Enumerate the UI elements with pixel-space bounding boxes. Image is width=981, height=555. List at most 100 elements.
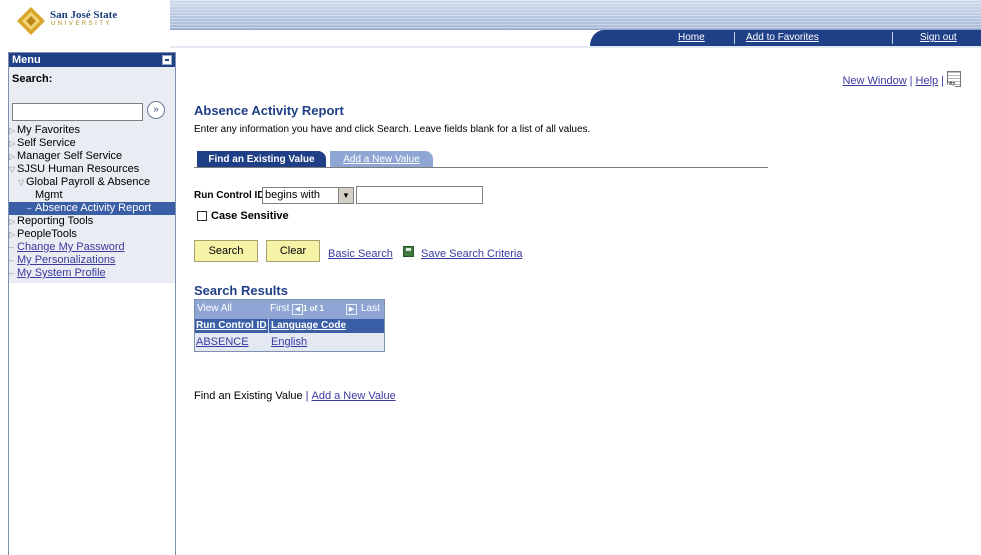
tab-add-new-value[interactable]: Add a New Value bbox=[330, 151, 433, 168]
add-new-value-link[interactable]: Add a New Value bbox=[312, 390, 396, 402]
sidebar-item-label: Self Service bbox=[17, 137, 76, 149]
divider: | bbox=[305, 390, 309, 402]
save-icon[interactable] bbox=[403, 246, 414, 257]
menu-search-label: Search: bbox=[12, 73, 53, 85]
sidebar-item-label: Reporting Tools bbox=[17, 215, 94, 227]
sjsu-logo-icon bbox=[17, 7, 45, 35]
clear-button[interactable]: Clear bbox=[266, 240, 320, 262]
collapsed-triangle-icon: ▷ bbox=[9, 230, 16, 239]
tab-divider bbox=[194, 167, 768, 168]
nav-divider bbox=[892, 32, 893, 44]
find-existing-value-text: Find an Existing Value bbox=[194, 390, 303, 402]
column-header-language-code[interactable]: Language Code bbox=[271, 320, 346, 331]
collapsed-triangle-icon: ▷ bbox=[9, 217, 16, 226]
nav-divider bbox=[734, 32, 735, 44]
page-links: New Window | Help | http bbox=[842, 71, 961, 87]
sidebar-item-label[interactable]: My Personalizations bbox=[17, 254, 115, 266]
sidebar-item[interactable]: – My System Profile bbox=[9, 267, 175, 280]
home-link[interactable]: Home bbox=[678, 32, 705, 43]
collapse-menu-icon[interactable] bbox=[162, 55, 172, 65]
divider: | bbox=[941, 75, 944, 87]
logo-name: San José State bbox=[50, 9, 118, 21]
view-all-link[interactable]: View All bbox=[197, 303, 232, 314]
sidebar-item-label: Manager Self Service bbox=[17, 150, 123, 162]
http-icon[interactable]: http bbox=[947, 71, 961, 87]
previous-page-icon[interactable]: ◀ bbox=[292, 304, 303, 315]
bottom-links: Find an Existing Value | Add a New Value bbox=[194, 390, 396, 402]
next-page-icon[interactable]: ▶ bbox=[346, 304, 357, 315]
tab-find-existing-value[interactable]: Find an Existing Value bbox=[197, 151, 326, 168]
sign-out-link[interactable]: Sign out bbox=[920, 32, 957, 43]
dash-icon: – bbox=[9, 269, 14, 278]
sidebar-item[interactable]: Mgmt bbox=[9, 189, 175, 202]
menu-panel: Search: » ▷ My Favorites ▷ Self Service ▷ Man… bbox=[9, 67, 175, 283]
sidebar-item-label[interactable]: Change My Password bbox=[17, 241, 125, 253]
sidebar-item-label: PeopleTools bbox=[17, 228, 77, 240]
dash-icon: – bbox=[9, 256, 14, 265]
grid-navigation-bar: View All First ◀ 1 of 1 ▶ Last bbox=[195, 300, 384, 319]
sjsu-logo[interactable]: San José State UNIVERSITY bbox=[0, 0, 170, 46]
search-results-grid: View All First ◀ 1 of 1 ▶ Last Run Contr… bbox=[194, 299, 385, 352]
menu-header: Menu bbox=[9, 53, 175, 67]
case-sensitive-label: Case Sensitive bbox=[211, 210, 289, 222]
page-instructions: Enter any information you have and click… bbox=[194, 124, 591, 135]
page-count: 1 of 1 bbox=[303, 304, 324, 313]
table-row[interactable]: ABSENCE English bbox=[195, 333, 384, 351]
divider: | bbox=[909, 75, 913, 87]
universal-nav: Home Add to Favorites Sign out bbox=[590, 30, 981, 46]
grid-column-headers: Run Control ID Language Code bbox=[195, 319, 384, 333]
sidebar-item[interactable]: – Absence Activity Report bbox=[9, 202, 175, 215]
run-control-id-label: Run Control ID: bbox=[194, 190, 268, 201]
collapsed-triangle-icon: ▷ bbox=[9, 126, 16, 135]
column-header-run-control-id[interactable]: Run Control ID bbox=[196, 320, 267, 331]
expanded-triangle-icon: ▽ bbox=[9, 165, 16, 174]
header-shadow bbox=[170, 46, 981, 48]
search-results-title: Search Results bbox=[194, 283, 288, 298]
collapsed-triangle-icon: ▷ bbox=[9, 152, 16, 161]
sidebar-item-label: SJSU Human Resources bbox=[17, 163, 140, 175]
expanded-triangle-icon: ▽ bbox=[18, 178, 25, 187]
page-title: Absence Activity Report bbox=[194, 103, 344, 118]
save-search-criteria-link[interactable]: Save Search Criteria bbox=[421, 248, 523, 260]
run-control-id-input[interactable] bbox=[356, 186, 483, 204]
column-divider bbox=[268, 319, 269, 333]
case-sensitive-checkbox[interactable] bbox=[197, 211, 207, 221]
add-to-favorites-link[interactable]: Add to Favorites bbox=[746, 32, 819, 43]
menu-title: Menu bbox=[12, 54, 41, 66]
help-link[interactable]: Help bbox=[916, 75, 939, 87]
menu-sidebar: Menu Search: » ▷ My Favorites ▷ Self Servic… bbox=[8, 52, 176, 555]
sidebar-item[interactable]: ▷ Reporting Tools bbox=[9, 215, 175, 228]
operator-value: begins with bbox=[265, 189, 321, 201]
logo-subtitle: UNIVERSITY bbox=[51, 21, 113, 27]
operator-select[interactable]: begins with ▼ bbox=[262, 187, 354, 204]
chevron-down-icon[interactable]: ▼ bbox=[338, 188, 353, 203]
sidebar-item-label: Mgmt bbox=[35, 189, 63, 201]
sidebar-item[interactable]: ▷ Self Service bbox=[9, 137, 175, 150]
sidebar-item-label[interactable]: My System Profile bbox=[17, 267, 106, 279]
run-control-id-cell[interactable]: ABSENCE bbox=[196, 336, 249, 348]
sidebar-item-label: Global Payroll & Absence bbox=[26, 176, 151, 188]
sidebar-item[interactable]: ▷ Manager Self Service bbox=[9, 150, 175, 163]
collapsed-triangle-icon: ▷ bbox=[9, 139, 16, 148]
first-link[interactable]: First bbox=[270, 303, 289, 314]
search-go-icon[interactable]: » bbox=[147, 101, 165, 119]
sidebar-item[interactable]: ▽ SJSU Human Resources bbox=[9, 163, 175, 176]
sidebar-item-label: My Favorites bbox=[17, 124, 80, 136]
sidebar-item[interactable]: – Change My Password bbox=[9, 241, 175, 254]
dash-icon: – bbox=[27, 204, 32, 213]
dash-icon: – bbox=[9, 243, 14, 252]
sidebar-item[interactable]: ▷ My Favorites bbox=[9, 124, 175, 137]
sidebar-item[interactable]: ▽ Global Payroll & Absence bbox=[9, 176, 175, 189]
search-button[interactable]: Search bbox=[194, 240, 258, 262]
header: San José State UNIVERSITY Home Add to Fa… bbox=[0, 0, 981, 48]
header-band-texture bbox=[170, 0, 981, 30]
menu-tree: ▷ My Favorites ▷ Self Service ▷ Manager Self … bbox=[9, 124, 175, 280]
sidebar-item-label: Absence Activity Report bbox=[35, 202, 152, 214]
basic-search-link[interactable]: Basic Search bbox=[328, 248, 393, 260]
sidebar-item[interactable]: ▷ PeopleTools bbox=[9, 228, 175, 241]
menu-search-input[interactable] bbox=[12, 103, 143, 121]
sidebar-item[interactable]: – My Personalizations bbox=[9, 254, 175, 267]
language-code-cell[interactable]: English bbox=[271, 336, 307, 348]
new-window-link[interactable]: New Window bbox=[842, 75, 906, 87]
last-link[interactable]: Last bbox=[361, 303, 380, 314]
